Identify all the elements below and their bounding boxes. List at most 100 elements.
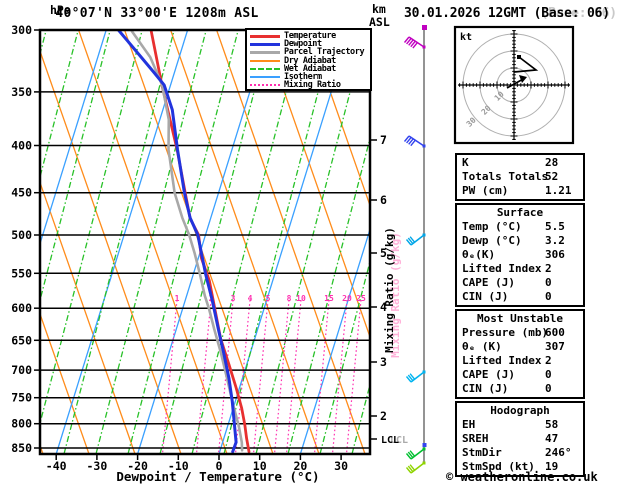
legend-line-sample <box>250 84 280 87</box>
lcl-label: LCL <box>381 435 399 446</box>
skewt-page: 300 350 400 450 500 550 600 650 700 750 800 850 1 2 3 4… <box>0 0 629 486</box>
altitude-unit-asl: ASL <box>369 15 390 29</box>
index-value: 47 <box>545 432 559 445</box>
mixing-ratio-value-label: 5 <box>266 294 271 303</box>
indices-row: Totals Totals 52 <box>457 170 583 184</box>
wet-adiabat-line <box>159 30 271 454</box>
legend-item-label: Mixing Ratio <box>284 80 341 91</box>
indices-row: EH 58 <box>457 418 583 432</box>
dry-adiabat-line <box>77 30 228 454</box>
index-label: Lifted Index <box>462 262 542 275</box>
index-value: 28 <box>545 156 559 169</box>
chart-legend: Temperature Dewpoint Parcel Trajectory Dry … <box>245 28 372 91</box>
wind-barb <box>405 370 426 383</box>
km-tick-label: 3 <box>380 355 387 369</box>
index-value: 0 <box>545 382 552 395</box>
legend-item: Mixing Ratio <box>250 81 370 89</box>
wet-adiabat-line <box>127 30 239 454</box>
legend-line-sample <box>250 67 280 70</box>
index-value: 5.5 <box>545 220 565 233</box>
index-label: CIN (J) <box>462 290 509 303</box>
station-title: 40°07'N 33°00'E 1208m ASL <box>55 6 259 21</box>
index-value: 246° <box>545 446 572 459</box>
staff-top-marker <box>422 25 427 30</box>
index-label: EH <box>462 418 476 431</box>
index-value: 3.2 <box>545 234 565 247</box>
index-label: CIN (J) <box>462 382 509 395</box>
index-label: Lifted Index <box>462 354 542 367</box>
indices-section: Most Unstable Pressure (mb) 600 θₑ (K) 307 Li… <box>455 309 585 399</box>
wind-barb <box>403 135 426 148</box>
index-label: Dewp (°C) <box>462 234 522 247</box>
index-label: StmDir <box>462 446 502 459</box>
mixing-ratio-line <box>252 299 269 454</box>
date-time-label: 30.01.2026 12GMT <box>404 6 527 21</box>
mixing-ratio-value-label: 15 <box>324 294 334 303</box>
pressure-tick-label: 550 <box>11 266 32 280</box>
index-label: Temp (°C) <box>462 220 522 233</box>
index-value: 58 <box>545 418 559 431</box>
pressure-tick-label: 450 <box>11 186 32 200</box>
pressure-tick-label: 300 <box>11 23 32 37</box>
indices-section: K 28 Totals Totals 52 PW (cm) 1.21 <box>455 153 585 201</box>
indices-section: Surface Temp (°C) 5.5 Dewp (°C) 3.2 θₑ(K) 306 L… <box>455 203 585 307</box>
index-value: 1.21 <box>545 184 572 197</box>
indices-row: CIN (J) 0 <box>457 382 583 396</box>
indices-row: CAPE (J) 0 <box>457 368 583 382</box>
index-value: 0 <box>545 368 552 381</box>
mixing-ratio-value-label: 25 <box>356 294 366 303</box>
dry-adiabat-line <box>40 49 182 454</box>
mixing-ratio-line <box>195 299 212 454</box>
legend-line-sample <box>250 50 280 54</box>
indices-row: Lifted Index 2 <box>457 262 583 276</box>
indices-row: Dewp (°C) 3.2 <box>457 234 583 248</box>
index-value: 2 <box>545 354 552 367</box>
mixing-ratio-value-label: 20 <box>342 294 352 303</box>
indices-row: StmDir 246° <box>457 446 583 460</box>
indices-row: Temp (°C) 5.5 <box>457 220 583 234</box>
indices-row: PW (cm) 1.21 <box>457 184 583 198</box>
pressure-tick-label: 700 <box>11 363 32 377</box>
indices-row: K 28 <box>457 156 583 170</box>
index-value: 306 <box>545 248 565 261</box>
km-tick-label: 6 <box>380 193 387 207</box>
index-label: θₑ(K) <box>462 248 496 261</box>
dry-adiabat-line <box>169 30 320 454</box>
mixing-ratio-axis-label: Mixing Ratio (g/kg) <box>383 227 396 353</box>
km-tick-label: 2 <box>380 409 387 423</box>
altitude-unit-km: km <box>372 2 386 16</box>
indices-row: SREH 47 <box>457 432 583 446</box>
index-value: 0 <box>545 276 552 289</box>
mixing-ratio-value-label: 1 <box>175 294 180 303</box>
index-label: PW (cm) <box>462 184 509 197</box>
index-value: 0 <box>545 290 552 303</box>
mixing-ratio-line <box>313 299 330 454</box>
pressure-tick-label: 800 <box>11 417 32 431</box>
index-label: CAPE (J) <box>462 276 515 289</box>
indices-section-header: Surface <box>496 206 544 219</box>
wet-adiabat-line <box>255 30 367 454</box>
pressure-tick-label: 600 <box>11 301 32 315</box>
staff-lcl-marker <box>422 443 427 447</box>
indices-section-header: Hodograph <box>490 404 550 417</box>
indices-panel: K 28 Totals Totals 52 PW (cm) 1.21 Surface Temp… <box>455 153 585 479</box>
hodograph-trace-start <box>517 55 521 59</box>
parcel-trajectory-curve <box>130 30 244 452</box>
temp-tick-label: -40 <box>46 459 67 473</box>
wind-barb <box>405 233 426 246</box>
indices-row: θₑ (K) 307 <box>457 340 583 354</box>
wind-barb <box>405 461 426 474</box>
mixing-ratio-value-label: 3 <box>231 294 236 303</box>
pressure-tick-label: 650 <box>11 333 32 347</box>
copyright: © weatheronline.co.uk <box>446 470 598 484</box>
hodograph-unit-label: kt <box>460 32 472 43</box>
run-date-title: 30.01.2026 12GMT (Base: 06) <box>404 6 629 21</box>
index-value: 2 <box>545 262 552 275</box>
mixing-ratio-value-label: 10 <box>296 294 306 303</box>
wet-adiabat-line <box>351 382 370 454</box>
x-axis-title: Dewpoint / Temperature (°C) <box>116 469 320 484</box>
index-value: 600 <box>545 326 565 339</box>
pressure-tick-label: 500 <box>11 228 32 242</box>
index-label: θₑ (K) <box>462 340 502 353</box>
index-label: Pressure (mb) <box>462 326 549 339</box>
